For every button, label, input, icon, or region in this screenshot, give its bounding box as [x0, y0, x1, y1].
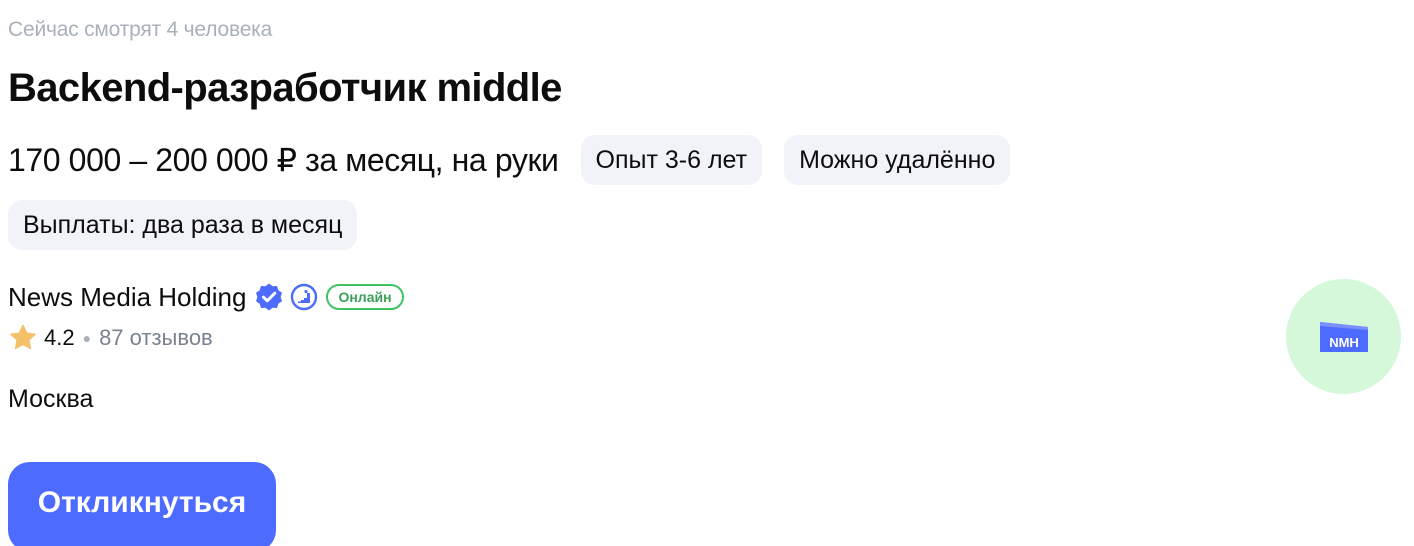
- apply-button[interactable]: Откликнуться: [8, 462, 276, 546]
- experience-chip: Опыт 3-6 лет: [580, 134, 763, 185]
- online-badge: Онлайн: [326, 284, 404, 310]
- payout-chip: Выплаты: два раза в месяц: [8, 200, 358, 250]
- star-icon: [8, 323, 38, 353]
- employer-growth-icon[interactable]: [290, 283, 318, 311]
- rating-row: 4.2 ● 87 отзывов: [8, 321, 213, 355]
- nmh-logo-icon: NMH: [1319, 321, 1368, 352]
- viewers-count: Сейчас смотрят 4 человека: [8, 18, 273, 41]
- logo-text: NMH: [1329, 335, 1359, 350]
- vacancy-title: Backend-разработчик middle: [8, 66, 562, 110]
- reviews-link[interactable]: 87 отзывов: [99, 325, 213, 351]
- salary: 170 000 – 200 000 ₽ за месяц, на руки: [8, 141, 559, 178]
- company-name-link[interactable]: News Media Holding: [8, 282, 246, 313]
- verified-check-icon[interactable]: [254, 282, 284, 312]
- remote-chip: Можно удалённо: [784, 134, 1011, 185]
- company-logo[interactable]: NMH: [1286, 279, 1401, 394]
- company-row: News Media Holding Онлайн: [8, 280, 404, 314]
- city: Москва: [8, 385, 94, 413]
- vacancy-header: Сейчас смотрят 4 человека Backend-разраб…: [0, 0, 1414, 546]
- separator-dot: ●: [82, 330, 92, 346]
- salary-row: 170 000 – 200 000 ₽ за месяц, на руки Оп…: [8, 134, 1011, 185]
- rating-value: 4.2: [44, 325, 75, 350]
